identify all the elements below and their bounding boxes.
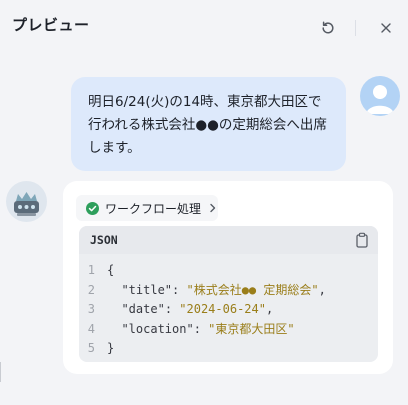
json-value: "株式会社●● 定期総会" [186, 282, 319, 297]
user-message-text: 明日6/24(火)の14時、東京都大田区で行われる株式会社●●の定期総会へ出席し… [88, 94, 327, 156]
close-button[interactable] [376, 18, 396, 38]
json-key: "location" [121, 321, 194, 336]
code-line: 4 "location": "東京都大田区" [79, 320, 378, 340]
json-comma: , [318, 282, 326, 297]
user-message-bubble: 明日6/24(火)の14時、東京都大田区で行われる株式会社●●の定期総会へ出席し… [71, 77, 346, 171]
code-header: JSON [79, 226, 378, 254]
refresh-icon [322, 21, 334, 34]
bot-avatar-icon [6, 181, 47, 222]
open-brace: { [107, 263, 115, 277]
json-value: "東京都大田区" [208, 321, 295, 336]
line-number: 1 [87, 263, 95, 277]
line-number: 5 [87, 341, 95, 355]
json-value: "2024-06-24" [179, 302, 266, 316]
check-circle-icon [86, 201, 99, 215]
header-divider [355, 20, 356, 36]
chevron-right-icon [209, 203, 217, 213]
line-number: 4 [87, 321, 95, 336]
code-line: 2 "title": "株式会社●● 定期総会", [79, 281, 378, 301]
code-line: 1 { [79, 261, 378, 281]
json-comma: , [265, 302, 274, 316]
json-key: "title" [121, 282, 173, 297]
copy-button[interactable] [355, 232, 369, 248]
refresh-button[interactable] [318, 18, 338, 38]
panel-title: プレビュー [12, 16, 90, 34]
user-avatar-icon [360, 76, 400, 116]
code-body: 1 { 2 "title": "株式会社●● 定期総会", 3 "date": … [79, 254, 378, 359]
scroll-edge-marker [0, 362, 1, 382]
line-number: 3 [87, 302, 95, 316]
preview-header: プレビュー [0, 0, 408, 56]
code-line: 5 } [79, 339, 378, 359]
line-number: 2 [87, 282, 95, 297]
close-brace: } [107, 341, 115, 355]
bot-response-card: ワークフロー処理 JSON 1 { 2 "title": "株式会社●● 定期総… [63, 181, 393, 374]
workflow-toggle[interactable]: ワークフロー処理 [76, 195, 218, 221]
close-icon [381, 23, 391, 33]
workflow-label: ワークフロー処理 [105, 201, 202, 216]
code-line: 3 "date": "2024-06-24", [79, 300, 378, 320]
clipboard-icon [356, 232, 368, 248]
json-key: "date" [121, 302, 165, 316]
json-code-block: JSON 1 { 2 "title": "株式会社●● 定期総会", 3 "da… [79, 226, 378, 362]
code-language-label: JSON [90, 233, 118, 247]
